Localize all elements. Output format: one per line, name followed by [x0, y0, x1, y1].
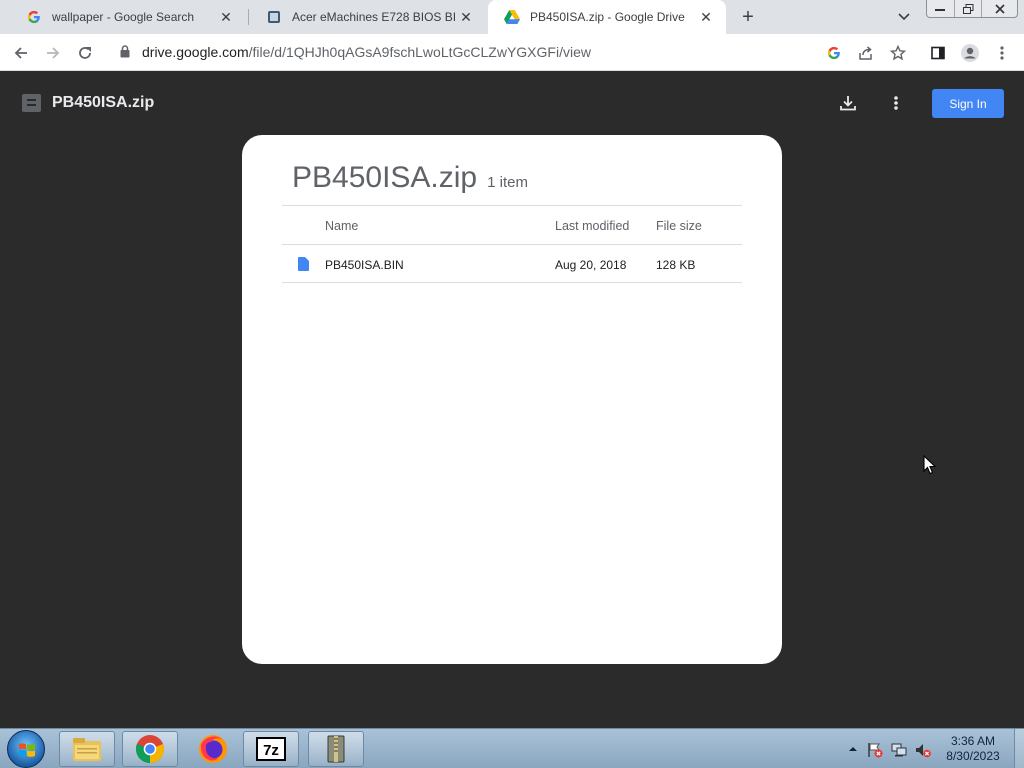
- window-controls: [926, 0, 1018, 18]
- url-path: /file/d/1QHJh0qAGsA9fschLwoLtGcCLZwYGXGF…: [248, 44, 591, 60]
- forward-button[interactable]: [40, 40, 66, 66]
- table-header-row: Name Last modified File size: [282, 205, 742, 244]
- url-host: drive.google.com: [142, 44, 249, 60]
- new-tab-button[interactable]: +: [736, 5, 760, 29]
- page-favicon-icon: [266, 9, 282, 25]
- firefox-icon: [199, 735, 227, 763]
- tab-google-drive[interactable]: PB450ISA.zip - Google Drive ✕: [488, 0, 726, 34]
- file-modified-date: Aug 20, 2018: [555, 258, 627, 272]
- tab-title: wallpaper - Google Search: [52, 10, 195, 24]
- reload-button[interactable]: [72, 40, 98, 66]
- column-header-name[interactable]: Name: [325, 219, 358, 233]
- column-header-file-size[interactable]: File size: [656, 219, 702, 233]
- viewer-header: PB450ISA.zip Sign In: [0, 71, 1024, 135]
- archive-title: PB450ISA.zip: [292, 161, 478, 194]
- clock[interactable]: 3:36 AM 8/30/2023: [938, 734, 1008, 764]
- tab-google-search[interactable]: wallpaper - Google Search ✕: [10, 0, 246, 34]
- file-size: 128 KB: [656, 258, 696, 272]
- file-title: PB450ISA.zip: [52, 94, 155, 111]
- close-window-button[interactable]: [982, 0, 1017, 17]
- clock-time: 3:36 AM: [950, 734, 996, 748]
- tab-title: Acer eMachines E728 BIOS BIN: [292, 10, 456, 24]
- address-bar[interactable]: drive.google.com/file/d/1QHJh0qAGsA9fsch…: [108, 37, 928, 67]
- tab-close-icon[interactable]: ✕: [216, 7, 236, 27]
- tab-search-chevron-down-icon[interactable]: [894, 7, 914, 27]
- restore-button[interactable]: [955, 0, 983, 17]
- file-explorer-icon: [73, 738, 101, 761]
- volume-muted-icon[interactable]: [915, 742, 931, 758]
- archive-file-table: Name Last modified File size PB450ISA.BI…: [282, 205, 742, 283]
- clock-date: 8/30/2023: [946, 749, 1000, 763]
- start-button[interactable]: [7, 730, 45, 768]
- tab-close-icon[interactable]: ✕: [696, 7, 716, 27]
- tab-title: PB450ISA.zip - Google Drive: [530, 10, 685, 24]
- tab-separator: [248, 9, 249, 25]
- file-name: PB450ISA.BIN: [325, 258, 404, 272]
- bookmark-star-icon[interactable]: [885, 40, 911, 66]
- taskbar-firefox[interactable]: [185, 731, 241, 767]
- taskbar-archive-app[interactable]: [308, 731, 364, 767]
- google-drive-icon: [504, 9, 520, 25]
- zip-file-icon: [22, 94, 41, 112]
- windows-taskbar: 7z 3:36 AM 8/30/2023: [0, 728, 1024, 768]
- taskbar-file-explorer[interactable]: [59, 731, 115, 767]
- card-header: PB450ISA.zip 1 item: [292, 161, 528, 195]
- taskbar-chrome[interactable]: [122, 731, 178, 767]
- archive-contents-card: PB450ISA.zip 1 item Name Last modified F…: [242, 135, 782, 664]
- item-count: 1 item: [487, 174, 528, 191]
- archive-icon: [327, 735, 345, 763]
- sign-in-button[interactable]: Sign In: [932, 89, 1004, 118]
- google-favicon-icon: [26, 9, 42, 25]
- download-icon[interactable]: [836, 91, 860, 115]
- minimize-button[interactable]: [927, 0, 955, 17]
- 7zip-icon: 7z: [256, 737, 286, 761]
- chrome-icon: [135, 735, 165, 763]
- system-tray: 3:36 AM 8/30/2023: [840, 729, 1020, 768]
- more-options-icon[interactable]: [884, 91, 908, 115]
- svg-text:7z: 7z: [263, 742, 279, 759]
- table-row[interactable]: PB450ISA.BIN Aug 20, 2018 128 KB: [282, 244, 742, 283]
- side-panel-icon[interactable]: [925, 40, 951, 66]
- url-text[interactable]: drive.google.com/file/d/1QHJh0qAGsA9fsch…: [142, 44, 591, 60]
- show-desktop-button[interactable]: [1014, 729, 1024, 768]
- mouse-cursor-icon: [923, 454, 937, 475]
- network-icon[interactable]: [891, 742, 907, 757]
- browser-toolbar: drive.google.com/file/d/1QHJh0qAGsA9fsch…: [0, 34, 1024, 71]
- tab-acer-bios[interactable]: Acer eMachines E728 BIOS BIN ✕: [250, 0, 486, 34]
- browser-menu-icon[interactable]: [989, 40, 1015, 66]
- windows-logo-icon: [19, 743, 35, 757]
- show-hidden-icons-chevron-up-icon[interactable]: [846, 742, 860, 756]
- document-file-icon: [298, 257, 309, 271]
- tab-strip: wallpaper - Google Search ✕ Acer eMachin…: [0, 0, 1024, 34]
- tab-close-icon[interactable]: ✕: [456, 7, 476, 27]
- share-icon[interactable]: [853, 40, 879, 66]
- profile-avatar-icon[interactable]: [957, 40, 983, 66]
- google-lens-icon[interactable]: [821, 40, 847, 66]
- back-button[interactable]: [8, 40, 34, 66]
- column-header-last-modified[interactable]: Last modified: [555, 219, 629, 233]
- taskbar-7zip[interactable]: 7z: [243, 731, 299, 767]
- lock-icon[interactable]: [120, 45, 130, 63]
- action-center-flag-icon[interactable]: [867, 742, 883, 758]
